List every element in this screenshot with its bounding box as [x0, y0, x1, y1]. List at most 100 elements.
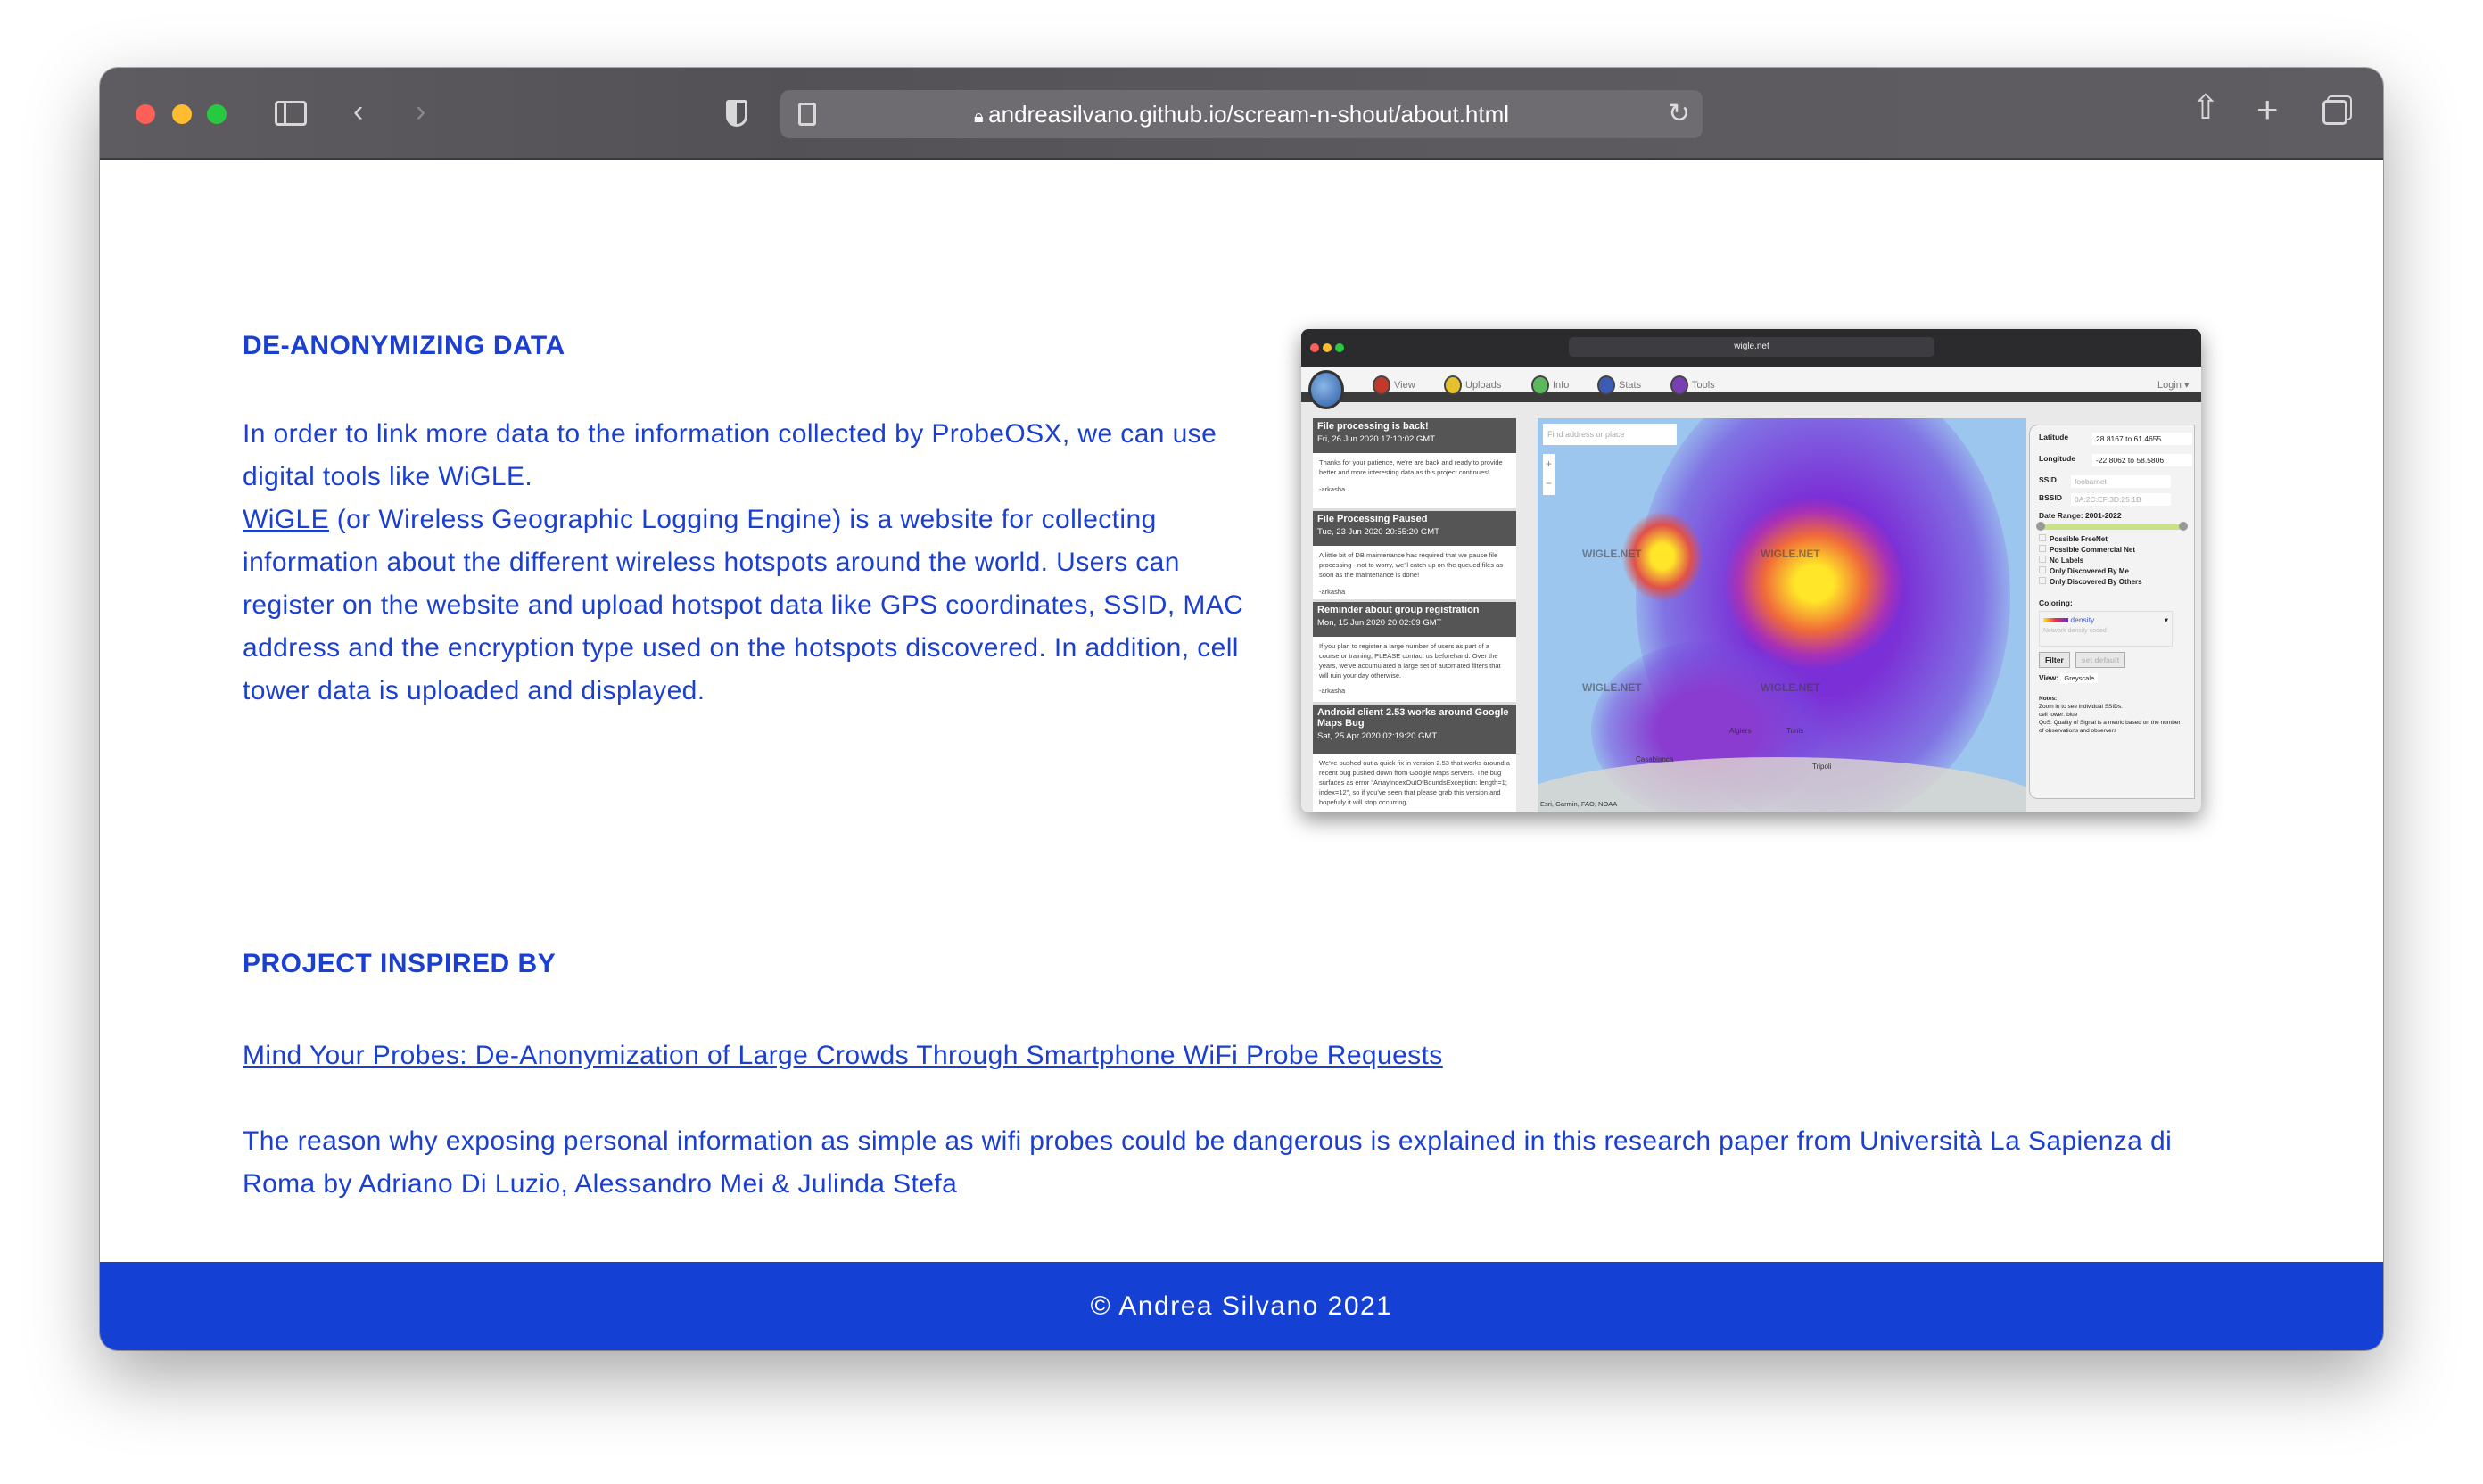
wigle-nav-info: Info: [1531, 375, 1569, 395]
city-label: Tunis: [1786, 727, 1804, 735]
share-icon[interactable]: ⇧: [2191, 91, 2220, 125]
checkbox-by-others: Only Discovered By Others: [2039, 577, 2189, 586]
nav-label: Uploads: [1465, 380, 1502, 391]
checkbox-freenet: Possible FreeNet: [2039, 534, 2189, 543]
nav-label: Info: [1553, 380, 1570, 391]
news-title: Android client 2.53 works around Google …: [1317, 707, 1509, 729]
new-tab-icon[interactable]: +: [2256, 91, 2279, 128]
view-icon: [1373, 375, 1390, 395]
date-range-slider: [2036, 522, 2188, 531]
tab-overview-icon[interactable]: [2322, 100, 2347, 125]
wigle-screenshot: wigle.net View Uploads Info Stats Tools …: [1301, 329, 2201, 812]
wifi-density-map: Find address or place + − WIGLE.NET WIGLE…: [1538, 418, 2026, 812]
intro-text: In order to link more data to the inform…: [243, 419, 1217, 491]
news-item: Reminder about group registration Mon, 15…: [1313, 602, 1516, 705]
section-heading-deanonymizing: DE-ANONYMIZING DATA: [243, 331, 565, 360]
map-density-hotspot: [1725, 499, 1903, 668]
news-item: File processing is back! Fri, 26 Jun 2020…: [1313, 418, 1516, 511]
news-text: If you plan to register a large number o…: [1319, 642, 1501, 680]
news-date: Mon, 15 Jun 2020 20:02:09 GMT: [1317, 618, 1442, 628]
map-search-input: Find address or place: [1543, 424, 1677, 445]
density-gradient-icon: [2043, 618, 2068, 622]
privacy-shield-icon[interactable]: [726, 100, 747, 127]
latitude-label: Latitude: [2039, 433, 2069, 441]
bssid-label: BSSID: [2039, 493, 2062, 502]
wigle-nav-stats: Stats: [1597, 375, 1641, 395]
reload-icon[interactable]: ↻: [1668, 98, 1690, 129]
news-column: File processing is back! Fri, 26 Jun 2020…: [1313, 418, 1516, 812]
url-text[interactable]: 🔒︎ andreasilvano.github.io/scream-n-shou…: [780, 101, 1703, 128]
filter-buttons: Filter set default: [2039, 652, 2185, 668]
research-paper-link[interactable]: Mind Your Probes: De-Anonymization of La…: [243, 1035, 1443, 1077]
longitude-label: Longitude: [2039, 454, 2076, 463]
embedded-minimize-dot: [1323, 343, 1332, 352]
ssid-row: SSID foobarnet: [2035, 475, 2189, 493]
news-date: Fri, 26 Jun 2020 17:10:02 GMT: [1317, 434, 1436, 444]
latitude-row: Latitude 28.8167 to 61.4655: [2035, 433, 2192, 454]
minimize-window-button[interactable]: [172, 104, 192, 124]
wigle-nav-view: View: [1373, 375, 1415, 395]
lock-icon: 🔒︎: [973, 107, 989, 127]
checkbox-no-labels: No Labels: [2039, 556, 2189, 565]
embedded-close-dot: [1310, 343, 1319, 352]
news-author: -arkasha: [1319, 687, 1346, 695]
zoom-out-icon: −: [1545, 477, 1552, 490]
nav-label: View: [1394, 380, 1415, 391]
map-filter-panel: Latitude 28.8167 to 61.4655 Longitude -22.…: [2029, 425, 2195, 799]
coloring-value: density: [2070, 615, 2095, 624]
checkbox-commercial: Possible Commercial Net: [2039, 545, 2189, 554]
map-watermark: WIGLE.NET: [1582, 681, 1642, 694]
ssid-label: SSID: [2039, 475, 2057, 484]
city-label: Algiers: [1729, 727, 1752, 735]
news-author: -arkasha: [1319, 485, 1346, 493]
note: cell tower: blue: [2039, 712, 2078, 718]
maximize-window-button[interactable]: [207, 104, 227, 124]
map-attribution: Esri, Garmin, FAO, NOAA: [1540, 800, 1618, 808]
news-body: We've pushed out a quick fix in version …: [1313, 754, 1516, 812]
news-header: File Processing Paused Tue, 23 Jun 2020 2…: [1313, 511, 1516, 546]
coloring-dropdown: density ▾ Network density coded: [2039, 611, 2173, 647]
note: Zoom in to see individual SSIDs.: [2039, 704, 2123, 710]
news-header: Reminder about group registration Mon, 15…: [1313, 602, 1516, 637]
back-icon[interactable]: ‹: [353, 96, 363, 127]
news-body: If you plan to register a large number o…: [1313, 637, 1516, 705]
forward-icon[interactable]: ›: [416, 96, 425, 127]
wigle-nav-uploads: Uploads: [1444, 375, 1501, 395]
uploads-icon: [1444, 375, 1462, 395]
map-zoom-controls: + −: [1543, 454, 1555, 495]
zoom-in-icon: +: [1545, 458, 1552, 470]
embedded-maximize-dot: [1335, 343, 1344, 352]
tools-icon: [1670, 375, 1688, 395]
coloring-desc: Network density coded: [2043, 628, 2107, 634]
wigle-globe-logo: [1308, 370, 1344, 409]
browser-toolbar: ‹ › 🔒︎ andreasilvano.github.io/scream-n-…: [100, 68, 2383, 160]
wigle-nav: View Uploads Info Stats Tools Login ▾: [1301, 367, 2201, 409]
news-date: Tue, 23 Jun 2020 20:55:20 GMT: [1317, 527, 1439, 537]
dropdown-arrow-icon: ▾: [2164, 615, 2168, 624]
stats-icon: [1597, 375, 1615, 395]
wigle-nav-tools: Tools: [1670, 375, 1715, 395]
set-default-button: set default: [2075, 652, 2126, 668]
wigle-link[interactable]: WiGLE: [243, 505, 329, 534]
wigle-body-text: (or Wireless Geographic Logging Engine) …: [243, 505, 1244, 705]
sidebar-toggle-icon[interactable]: [275, 101, 307, 126]
notes-title: Notes:: [2039, 696, 2058, 702]
address-bar[interactable]: 🔒︎ andreasilvano.github.io/scream-n-shou…: [780, 90, 1703, 138]
news-header: File processing is back! Fri, 26 Jun 2020…: [1313, 418, 1516, 453]
map-watermark: WIGLE.NET: [1761, 681, 1820, 694]
news-title: Reminder about group registration: [1317, 605, 1480, 615]
city-label: Tripoli: [1812, 763, 1832, 771]
nav-label: Tools: [1692, 380, 1715, 391]
news-item: Android client 2.53 works around Google …: [1313, 705, 1516, 812]
embedded-browser-titlebar: wigle.net: [1301, 329, 2201, 367]
news-text: We've pushed out a quick fix in version …: [1319, 759, 1510, 806]
ssid-input: foobarnet: [2071, 475, 2171, 488]
section-heading-inspired: PROJECT INSPIRED BY: [243, 949, 557, 978]
embedded-url: wigle.net: [1569, 337, 1934, 357]
news-title: File Processing Paused: [1317, 514, 1428, 524]
notes: Notes: Zoom in to see individual SSIDs. ce…: [2039, 695, 2185, 735]
news-body: A little bit of DB maintenance has requi…: [1313, 546, 1516, 602]
close-window-button[interactable]: [136, 104, 155, 124]
longitude-row: Longitude -22.8062 to 58.5806: [2035, 454, 2192, 475]
view-label: View:: [2039, 673, 2059, 682]
